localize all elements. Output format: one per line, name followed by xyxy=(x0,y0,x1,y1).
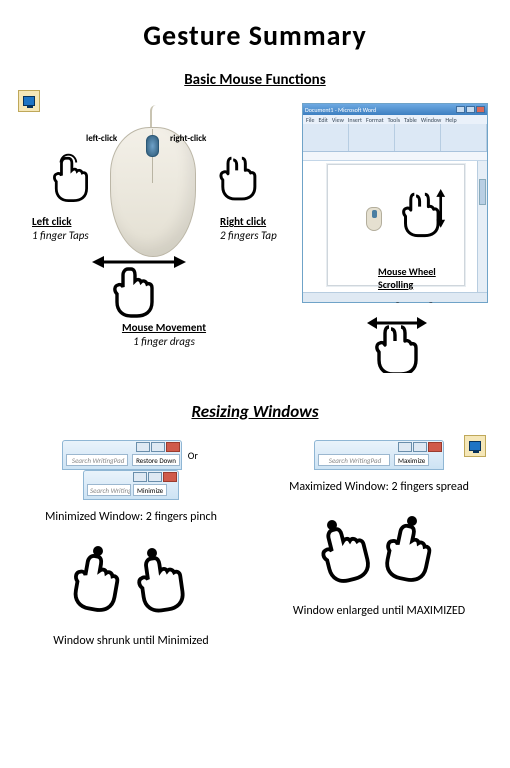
restore-down-tooltip: Restore Down xyxy=(132,454,180,466)
maximize-column: Search WritingPad Maximize Maximized Win… xyxy=(264,440,494,648)
minimize-tooltip: Minimize xyxy=(133,484,167,496)
search-box-thumb: Search WritingPad xyxy=(66,454,128,466)
enlarged-caption: Window enlarged until MAXIMIZED xyxy=(264,604,494,618)
word-window-title: Document1 - Microsoft Word xyxy=(305,106,376,114)
left-click-inline-label: left-click xyxy=(86,133,117,144)
close-icon xyxy=(163,472,177,482)
close-icon xyxy=(428,442,442,452)
pinch-gesture-icon xyxy=(16,546,246,622)
minimize-icon xyxy=(398,442,412,452)
maximize-icon xyxy=(151,442,165,452)
or-label: Or xyxy=(188,449,198,462)
close-icon xyxy=(476,106,485,113)
word-window-screenshot: Document1 - Microsoft Word File Edit Vie… xyxy=(302,103,488,303)
two-finger-scroll-icon xyxy=(402,189,446,239)
word-ruler xyxy=(303,152,487,161)
minimized-caption: Minimized Window: 2 fingers pinch xyxy=(16,510,246,524)
mouse-diagram: left-click right-click Left click 1 fing… xyxy=(14,97,284,327)
word-page-area: Mouse Wheel Scrolling 2 fingers drag xyxy=(327,164,465,286)
maximize-icon xyxy=(148,472,162,482)
minimize-icon xyxy=(456,106,465,113)
maximize-tooltip: Maximize xyxy=(394,454,429,466)
word-vertical-scrollbar xyxy=(477,161,487,292)
mouse-diagram-column: left-click right-click Left click 1 fing… xyxy=(14,97,292,373)
minimize-icon xyxy=(133,472,147,482)
word-menubar: File Edit View Insert Format Tools Table… xyxy=(303,115,487,124)
maximize-icon xyxy=(413,442,427,452)
window-thumb-restore-down: Search WritingPad Restore Down xyxy=(62,440,182,470)
word-statusbar xyxy=(303,292,487,302)
basic-functions-heading: Basic Mouse Functions xyxy=(0,71,510,89)
two-finger-tap-icon xyxy=(218,153,264,205)
word-titlebar: Document1 - Microsoft Word xyxy=(303,104,487,115)
left-click-caption: Left click 1 finger Taps xyxy=(32,215,112,243)
basic-functions-row: left-click right-click Left click 1 fing… xyxy=(0,97,510,373)
right-click-caption: Right click 2 fingers Tap xyxy=(220,215,300,243)
one-finger-drag-icon xyxy=(106,259,166,319)
close-icon xyxy=(166,442,180,452)
search-box-thumb: Search WritingPad xyxy=(318,454,390,466)
one-finger-tap-icon xyxy=(48,153,94,205)
search-box-thumb: Search Writing xyxy=(87,484,131,496)
minimize-column: Search WritingPad Restore Down Or Search… xyxy=(16,440,246,648)
word-ribbon xyxy=(303,124,487,152)
shrunk-caption: Window shrunk until Minimized xyxy=(16,634,246,648)
resizing-windows-heading: Resizing Windows xyxy=(0,401,510,422)
word-window-column: Document1 - Microsoft Word File Edit Vie… xyxy=(302,97,492,373)
maximized-caption: Maximized Window: 2 fingers spread xyxy=(264,480,494,494)
page-title: Gesture Summary xyxy=(0,18,510,53)
spread-gesture-icon xyxy=(264,516,494,592)
embedded-mouse-icon xyxy=(366,207,382,231)
resize-examples-row: Search WritingPad Restore Down Or Search… xyxy=(0,430,510,648)
right-click-inline-label: right-click xyxy=(170,133,206,144)
mouse-wheel-icon xyxy=(146,135,159,157)
maximize-icon xyxy=(466,106,475,113)
info-badge-icon xyxy=(464,435,486,457)
minimize-icon xyxy=(136,442,150,452)
window-thumb-minimize: Search Writing Minimize xyxy=(83,470,179,500)
window-thumb-maximize: Search WritingPad Maximize xyxy=(314,440,444,470)
two-finger-horizontal-drag-icon xyxy=(367,313,427,373)
mouse-movement-caption: Mouse Movement 1 finger drags xyxy=(104,321,224,349)
